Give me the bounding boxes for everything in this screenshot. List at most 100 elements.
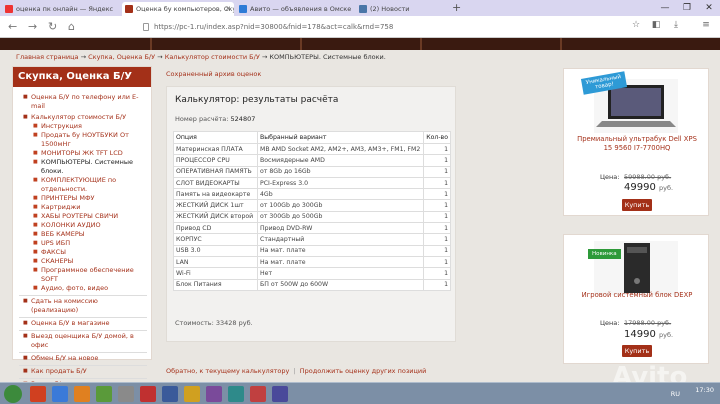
buy-button[interactable]: Купить <box>622 345 652 357</box>
product-name[interactable]: Премиальный ультрабук Dell XPS 15 9560 I… <box>574 135 700 153</box>
sidebar-item[interactable]: Выезд оценщика Б/У домой, в офис <box>19 330 147 350</box>
tab-vk[interactable]: (2) Новости <box>356 2 448 16</box>
calc-results-panel: Калькулятор: результаты расчёта Номер ра… <box>166 86 456 342</box>
sidebar-title: Скупка, Оценка Б/У <box>13 67 151 87</box>
breadcrumb-arrow: → <box>157 53 163 61</box>
sidebar-item[interactable]: ВЕБ КАМЕРЫ <box>19 230 147 239</box>
continue-link[interactable]: Продолжить оценку других позиций <box>300 367 427 375</box>
table-row: ПРОЦЕССОР CPU Восмиядерные AMD 1 <box>173 154 451 167</box>
cell-variant: Привод DVD-RW <box>256 222 425 235</box>
taskbar-app-icon[interactable] <box>272 386 288 402</box>
breadcrumb: Главная страница → Скупка, Оценка Б/У → … <box>16 53 386 61</box>
cell-option: Память на видеокарте <box>173 188 258 201</box>
back-to-calc-link[interactable]: Обратно, к текущему калькулятору <box>166 367 289 375</box>
breadcrumb-calc[interactable]: Калькулятор стоимости Б/У <box>165 53 260 61</box>
cell-qty: 1 <box>423 199 451 212</box>
sidebar-item[interactable]: ФАКСЫ <box>19 248 147 257</box>
breadcrumb-section[interactable]: Скупка, Оценка Б/У <box>88 53 155 61</box>
site-header-strip <box>0 38 720 50</box>
link-separator: | <box>293 367 296 375</box>
start-button[interactable] <box>4 385 22 403</box>
calc-title: Калькулятор: результаты расчёта <box>175 95 339 105</box>
address-bar[interactable]: https://pc-1.ru/index.asp?nid=30800&fnid… <box>140 20 620 34</box>
table-row: USB 3.0 На мат. плате 1 <box>173 244 451 257</box>
minimize-icon[interactable]: — <box>654 0 676 16</box>
tab-avito[interactable]: Авито — объявления в Омске <box>236 2 352 16</box>
sidebar-item[interactable]: Аудио, фото, видео <box>19 284 147 293</box>
bottom-links: Обратно, к текущему калькулятору | Продо… <box>166 367 426 375</box>
sidebar-item[interactable]: Продать бу НОУТБУКИ От 1500мНг <box>19 131 147 149</box>
header-divider <box>560 38 562 50</box>
forward-icon[interactable]: → <box>28 20 37 33</box>
table-row: СЛОТ ВИДЕОКАРТЫ PCI-Express 3.0 1 <box>173 176 451 190</box>
sidebar-item[interactable]: ПРИНТЕРЫ МФУ <box>19 194 147 203</box>
language-indicator[interactable]: RU <box>671 390 680 398</box>
tab-pc1[interactable]: Оценка бу компьютеров, Ску ✕ <box>122 2 234 16</box>
cell-qty: 1 <box>423 233 451 246</box>
sidebar-item[interactable]: Картриджи <box>19 203 147 212</box>
reload-icon[interactable]: ↻ <box>48 20 57 33</box>
new-price: 49990 руб. <box>624 182 673 193</box>
close-tab-icon[interactable]: ✕ <box>225 2 231 16</box>
table-row: Блок Питания БП от 500W до 600W 1 <box>173 278 451 291</box>
total-label: Стоимость: <box>175 319 214 327</box>
sidebar-item[interactable]: СКАНЕРЫ <box>19 257 147 266</box>
taskbar-app-icon[interactable] <box>228 386 244 402</box>
sidebar-item[interactable]: МОНИТОРЫ ЖК TFT LCD <box>19 149 147 158</box>
taskbar-app-icon[interactable] <box>96 386 112 402</box>
sidebar-item[interactable]: Оценка Б/У по телефону или E-mail <box>19 93 147 111</box>
tab-yandex[interactable]: оценка пк онлайн — Яндекс <box>2 2 122 16</box>
breadcrumb-current: КОМПЬЮТЕРЫ. Системные блоки. <box>269 53 386 61</box>
table-row: LAN На мат. плате 1 <box>173 255 451 269</box>
menu-icon[interactable]: ≡ <box>700 20 712 32</box>
sidebar-item[interactable]: Оценка Б/У в магазине <box>19 317 147 328</box>
sidebar-item[interactable]: Как продать Б/У <box>19 365 147 376</box>
back-icon[interactable]: ← <box>8 20 17 33</box>
calc-number-value: 524807 <box>230 115 256 123</box>
cell-qty: 1 <box>423 255 451 269</box>
archive-link[interactable]: Сохраненный архив оценок <box>166 70 261 78</box>
cell-option: ЖЕСТКИЙ ДИСК второй <box>173 210 258 224</box>
taskbar-app-icon[interactable] <box>140 386 156 402</box>
cell-option: Блок Питания <box>173 278 258 291</box>
header-divider <box>150 38 152 50</box>
star-icon[interactable]: ☆ <box>630 20 642 32</box>
clock[interactable]: 17:30 <box>695 386 714 394</box>
sidebar-item[interactable]: КОМПЬЮТЕРЫ. Системные блоки. <box>19 158 147 176</box>
taskbar-app-icon[interactable] <box>30 386 46 402</box>
taskbar-app-icon[interactable] <box>52 386 68 402</box>
close-window-icon[interactable]: ✕ <box>698 0 720 16</box>
cell-qty: 1 <box>423 142 451 156</box>
sidebar-item[interactable]: ХАБЫ РОУТЕРЫ СВИЧИ <box>19 212 147 221</box>
sidebar-item[interactable]: Калькулятор стоимости Б/У <box>19 113 147 122</box>
sidebar-item[interactable]: Программное обеспечение SOFT <box>19 266 147 284</box>
taskbar-app-icon[interactable] <box>250 386 266 402</box>
maximize-icon[interactable]: ❐ <box>676 0 698 16</box>
taskbar-app-icon[interactable] <box>206 386 222 402</box>
taskbar-app-icon[interactable] <box>118 386 134 402</box>
buy-button[interactable]: Купить <box>622 199 652 211</box>
download-icon[interactable]: ⤓ <box>670 20 682 32</box>
new-tab-icon[interactable]: + <box>452 1 461 14</box>
taskbar-app-icon[interactable] <box>184 386 200 402</box>
price-label: Цена: <box>600 173 620 181</box>
calc-number-label: Номер расчёта: <box>175 115 229 123</box>
cell-variant: MB AMD Socket AM2, AM2+, AM3, AM3+, FM1,… <box>256 142 425 156</box>
taskbar-app-icon[interactable] <box>162 386 178 402</box>
sidebar-item[interactable]: UPS ИБП <box>19 239 147 248</box>
sidebar-item[interactable]: Обмен Б/У на новое <box>19 352 147 363</box>
sidebar-item[interactable]: КОЛОНКИ АУДИО <box>19 221 147 230</box>
col-variant: Выбранный вариант <box>256 131 425 144</box>
product-card-pc: Новинка Игровой системный блок DEXP Цена… <box>563 234 709 364</box>
extension-icon[interactable]: ◧ <box>650 20 662 32</box>
breadcrumb-home[interactable]: Главная страница <box>16 53 79 61</box>
sidebar-item[interactable]: Сдать на комиссию (реализацию) <box>19 295 147 315</box>
taskbar-app-icon[interactable] <box>74 386 90 402</box>
cell-option: Wi-Fi <box>173 267 258 280</box>
sidebar-item[interactable]: Инструкция <box>19 122 147 131</box>
table-row: Wi-Fi Нет 1 <box>173 267 451 280</box>
sidebar-item[interactable]: КОМПЛЕКТУЮЩИЕ по отдельности. <box>19 176 147 194</box>
col-qty: Кол-во <box>423 131 451 144</box>
product-name[interactable]: Игровой системный блок DEXP <box>574 291 700 300</box>
home-icon[interactable]: ⌂ <box>68 20 75 33</box>
